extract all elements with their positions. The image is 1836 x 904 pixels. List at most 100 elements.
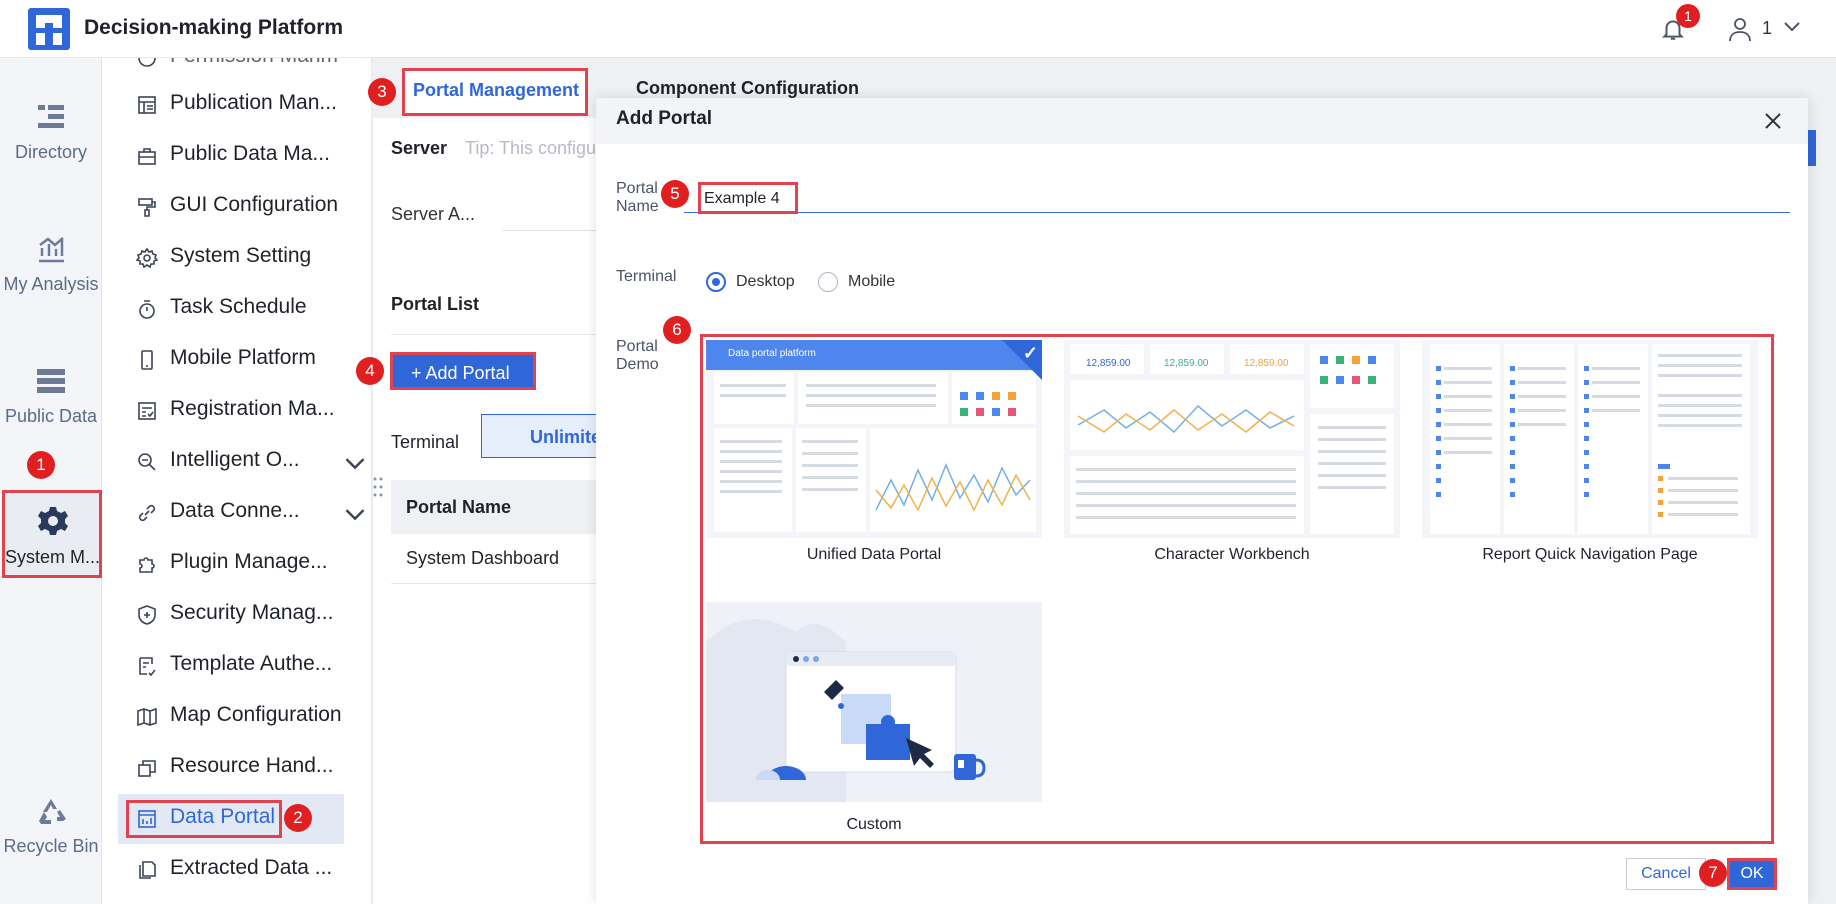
dialog-title: Add Portal [616, 108, 713, 129]
portal-list-label: Portal List [391, 294, 480, 314]
step-marker: 4 [356, 357, 384, 385]
permission-icon [138, 58, 156, 67]
menu-item-public-data[interactable]: Public Data Ma... [136, 139, 362, 173]
menu-item-registration[interactable]: Registration Ma... [136, 394, 362, 428]
rail-item-public-data[interactable]: Public Data [0, 366, 102, 427]
menu-item-task-schedule[interactable]: Task Schedule [136, 292, 362, 326]
demo-card-custom[interactable]: Custom [706, 602, 1042, 838]
demo-caption: Custom [846, 816, 902, 833]
top-bar: Decision-making Platform 1 1 [0, 0, 1836, 58]
menu-item-mobile-platform[interactable]: Mobile Platform [136, 343, 362, 377]
intelligent-icon [138, 453, 156, 471]
menu-item-map-configuration[interactable]: Map Configuration [136, 700, 362, 734]
menu-item-data-portal[interactable]: Data Portal [136, 802, 362, 836]
rail-item-recycle-bin[interactable]: Recycle Bin [0, 796, 102, 857]
rail-item-directory[interactable]: Directory [0, 102, 102, 163]
step-marker: 5 [661, 180, 689, 208]
report-navigation-thumbnail [1422, 340, 1758, 538]
menu-item-permission[interactable]: Permission Manm [136, 58, 362, 75]
registration-icon [138, 402, 156, 420]
step-marker: 1 [27, 451, 55, 479]
platform-logo [28, 8, 70, 50]
tab-portal-management[interactable]: Portal Management [402, 68, 588, 116]
server-address-label: Server A... [391, 204, 476, 224]
dialog-header: Add Portal [596, 98, 1808, 144]
rail-label: Recycle Bin [3, 836, 99, 856]
rail-item-system-management[interactable]: System M... [2, 490, 102, 578]
demo-card-character-workbench[interactable]: 12,859.00 12,859.00 12,859.00 Character … [1064, 340, 1400, 572]
rail-item-my-analysis[interactable]: My Analysis [0, 234, 102, 295]
terminal-unlimited-tab[interactable]: Unlimited [481, 414, 609, 458]
add-portal-dialog: Add Portal Portal Name Example 4 Termina… [596, 98, 1808, 904]
menu-item-plugin-management[interactable]: Plugin Manage... [136, 547, 362, 581]
demo-caption: Report Quick Navigation Page [1482, 546, 1698, 563]
portal-icon [138, 810, 156, 828]
directory-icon [38, 105, 64, 128]
user-name[interactable]: 1 [1762, 18, 1772, 39]
briefcase-icon [138, 148, 156, 165]
navigation-preview-image [1430, 344, 1750, 534]
system-menu: Permission Manm Publication Man... Publi… [102, 58, 372, 904]
chevron-down-icon[interactable] [344, 504, 366, 526]
tab-component-configuration[interactable]: Component Configuration [636, 78, 859, 99]
link-icon [138, 504, 156, 522]
radio-desktop-label[interactable]: Desktop [736, 273, 795, 291]
drag-handle-icon[interactable] [372, 476, 384, 498]
chevron-down-icon[interactable] [1783, 20, 1801, 34]
demo-card-report-quick-navigation[interactable]: Report Quick Navigation Page [1422, 340, 1758, 572]
analysis-icon [39, 237, 64, 263]
timer-icon [139, 300, 155, 319]
menu-item-template-authentication[interactable]: Template Authe... [136, 649, 362, 683]
radio-desktop[interactable] [706, 272, 726, 292]
step-marker: 7 [1699, 859, 1727, 887]
puzzle-icon [139, 557, 155, 573]
close-icon[interactable] [1762, 110, 1784, 132]
system-management-icon [38, 507, 68, 535]
chevron-down-icon[interactable] [344, 453, 366, 475]
menu-item-publication[interactable]: Publication Man... [136, 88, 362, 122]
rail-label: Directory [14, 142, 87, 162]
menu-item-system-setting[interactable]: System Setting [136, 241, 362, 275]
public-data-icon [37, 369, 65, 393]
recycle-bin-icon [39, 799, 66, 824]
thumb-value: 12,859.00 [1244, 358, 1289, 369]
portal-name-underline [684, 212, 1790, 213]
demo-card-unified-data-portal[interactable]: Data portal platform ✓ Unified Data Port… [706, 340, 1042, 572]
portal-demo-label: Portal Demo [616, 338, 659, 373]
menu-item-intelligent-operation[interactable]: Intelligent O... [136, 445, 365, 479]
user-icon[interactable] [1728, 16, 1752, 42]
custom-thumbnail [706, 602, 1042, 802]
server-tip: Tip: This configu [465, 138, 597, 158]
rail-label: System M... [5, 547, 99, 567]
divider [391, 334, 599, 335]
portal-name-input[interactable]: Example 4 [698, 182, 798, 214]
radio-mobile[interactable] [818, 272, 838, 292]
terminal-label: Terminal [616, 268, 677, 285]
menu-item-security-management[interactable]: Security Manag... [136, 598, 362, 632]
thumb-value: 12,859.00 [1086, 358, 1131, 369]
menu-item-extracted-data[interactable]: Extracted Data ... [136, 853, 362, 887]
step-marker: 6 [663, 316, 691, 344]
app-title: Decision-making Platform [84, 16, 344, 39]
thumb-value: 12,859.00 [1164, 358, 1209, 369]
notification-badge: 1 [1676, 4, 1700, 28]
publication-icon [138, 96, 156, 114]
rail-label: Public Data [4, 406, 98, 426]
server-address-input[interactable] [503, 230, 599, 231]
checkmark-icon: ✓ [1022, 343, 1038, 363]
cancel-button[interactable]: Cancel [1626, 858, 1706, 890]
table-row[interactable]: System Dashboard [391, 534, 609, 584]
map-icon [137, 707, 157, 727]
paint-roller-icon [138, 198, 156, 217]
terminal-filter-label: Terminal [391, 432, 460, 452]
add-portal-button[interactable]: + Add Portal [390, 352, 536, 390]
ok-button[interactable]: OK [1727, 858, 1777, 890]
unified-data-portal-thumbnail: Data portal platform ✓ [706, 340, 1042, 538]
menu-item-data-connection[interactable]: Data Conne... [136, 496, 365, 530]
radio-mobile-label[interactable]: Mobile [848, 273, 895, 291]
resource-icon [138, 760, 156, 777]
template-icon [139, 657, 156, 677]
menu-item-gui-configuration[interactable]: GUI Configuration [136, 190, 362, 224]
demo-caption: Character Workbench [1154, 546, 1310, 563]
menu-item-resource-handover[interactable]: Resource Hand... [136, 751, 362, 785]
